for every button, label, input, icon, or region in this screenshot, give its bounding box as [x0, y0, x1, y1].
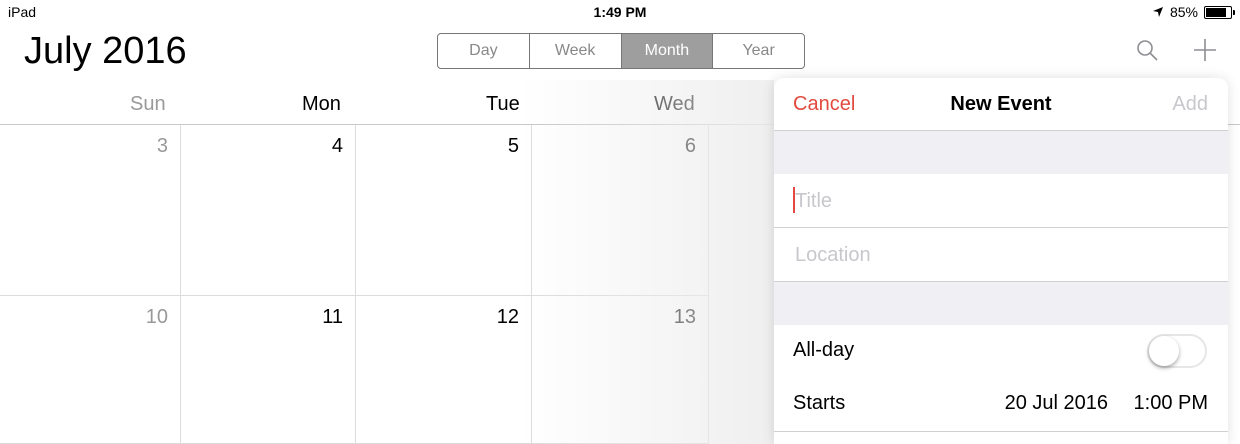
status-time: 1:49 PM: [593, 4, 647, 20]
section-gap: [774, 131, 1228, 174]
day-cell[interactable]: 13: [532, 296, 709, 444]
year-label: 2016: [102, 30, 187, 72]
weekday-sun: Sun: [130, 93, 166, 115]
day-cell[interactable]: 12: [356, 296, 532, 444]
title-input[interactable]: [793, 186, 1197, 216]
location-arrow-icon: [1152, 7, 1163, 17]
day-number: 4: [331, 135, 343, 157]
add-button[interactable]: Add: [1172, 93, 1208, 116]
allday-label: All-day: [793, 339, 855, 361]
day-cell[interactable]: 6: [532, 125, 709, 296]
day-number: 13: [673, 306, 696, 328]
day-number: 11: [322, 306, 343, 328]
popover-title: New Event: [950, 93, 1052, 115]
segment-year[interactable]: Year: [713, 34, 804, 68]
section-gap: [774, 282, 1228, 325]
calendar-header: July 2016 Day Week Month Year: [0, 24, 1240, 80]
battery-icon: [1204, 5, 1235, 19]
day-cell[interactable]: 3: [0, 125, 181, 296]
starts-date[interactable]: 20 Jul 2016: [1005, 392, 1108, 415]
day-number: 10: [145, 306, 168, 328]
day-number: 5: [507, 135, 519, 157]
day-number: 12: [496, 306, 519, 328]
view-segmented-control: Day Week Month Year: [437, 33, 805, 69]
toggle-knob: [1149, 336, 1179, 366]
battery-percent: 85%: [1169, 4, 1198, 20]
starts-time[interactable]: 1:00 PM: [1134, 392, 1208, 415]
day-cell[interactable]: 10: [0, 296, 181, 444]
segment-week[interactable]: Week: [530, 34, 622, 68]
new-event-popover: Cancel New Event Add All-day Starts 20 J…: [774, 78, 1228, 444]
popover-arrow: [1196, 66, 1220, 78]
starts-row[interactable]: Starts 20 Jul 2016 1:00 PM: [774, 378, 1228, 432]
text-cursor: [793, 187, 795, 213]
month-name: July: [24, 30, 92, 72]
day-cell[interactable]: 11: [181, 296, 356, 444]
plus-icon[interactable]: [1193, 38, 1217, 62]
allday-row: All-day: [774, 325, 1228, 379]
location-row: [774, 228, 1228, 282]
search-icon[interactable]: [1135, 38, 1159, 62]
starts-label: Starts: [793, 392, 846, 414]
weekday-mon: Mon: [302, 93, 341, 115]
title-row: [774, 174, 1228, 228]
status-right: 85%: [1152, 4, 1235, 20]
segment-month[interactable]: Month: [621, 34, 714, 68]
battery-fill: [1206, 7, 1226, 17]
month-title: July 2016: [24, 30, 187, 73]
segment-day[interactable]: Day: [438, 34, 530, 68]
weekday-wed: Wed: [654, 93, 695, 115]
allday-toggle[interactable]: [1147, 334, 1207, 368]
status-bar: iPad 1:49 PM 85%: [0, 0, 1240, 24]
day-number: 6: [684, 135, 696, 157]
day-number: 3: [156, 135, 168, 157]
popover-header: Cancel New Event Add: [774, 78, 1228, 131]
day-cell[interactable]: 5: [356, 125, 532, 296]
weekday-tue: Tue: [486, 93, 520, 115]
day-cell[interactable]: 4: [181, 125, 356, 296]
location-input[interactable]: [793, 240, 1197, 270]
